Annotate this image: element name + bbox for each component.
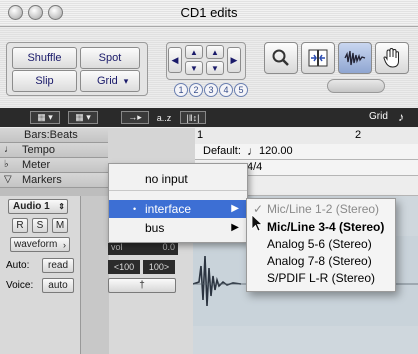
track-name-text: Audio 1 — [13, 201, 50, 212]
trimmer-tool-button[interactable] — [301, 42, 335, 74]
menu-item-mic-line-3-4[interactable]: Mic/Line 3-4 (Stereo) — [247, 219, 395, 236]
automation-label: Auto: — [6, 260, 30, 271]
submenu-arrow-icon: ▶ — [231, 203, 239, 214]
zoom-in-midi-button[interactable]: ▲ — [206, 45, 224, 59]
input-popup-menu: no input • interface ▶ bus ▶ — [108, 163, 248, 243]
menu-item-mic-line-1-2[interactable]: ✓ Mic/Line 1-2 (Stereo) — [247, 201, 395, 218]
tempo-ruler[interactable]: Default: ♩ 120.00 — [195, 144, 418, 160]
meter-label-text: Meter — [22, 159, 51, 171]
grid-mode-button[interactable]: Grid ▾ — [80, 70, 140, 92]
markers-ruler-label[interactable]: ▽ Markers — [0, 173, 108, 188]
zoom-preset-5[interactable]: 5 — [234, 83, 248, 97]
menu-item-interface-label: interface — [145, 202, 192, 216]
zoom-out-horizontal-button[interactable]: ◀ — [168, 47, 182, 73]
menu-item-analog-7-8[interactable]: Analog 7-8 (Stereo) — [247, 253, 395, 270]
volume-value: 0.0 — [162, 242, 175, 252]
zoom-out-midi-button[interactable]: ▼ — [206, 61, 224, 75]
menu-item-bus[interactable]: bus ▶ — [109, 219, 247, 237]
markers-icon: ▽ — [4, 174, 12, 185]
session-window: CD1 edits Shuffle Spot Slip Grid ▾ ◀ ▲ ▼… — [0, 0, 418, 354]
sort-label[interactable]: a..z — [151, 111, 177, 124]
slip-mode-button[interactable]: Slip — [12, 70, 77, 92]
waveform-selector-icon — [344, 50, 366, 66]
zoom-in-audio-button[interactable]: ▲ — [185, 45, 203, 59]
smart-tool-bar[interactable] — [327, 79, 385, 93]
solo-button[interactable]: S — [32, 218, 48, 233]
menu-item-bus-label: bus — [145, 221, 165, 235]
hand-icon — [383, 47, 399, 68]
automation-mode-button[interactable]: read — [42, 258, 74, 273]
track-color-strip — [80, 196, 109, 354]
chevron-down-icon: ▾ — [123, 75, 129, 86]
tempo-ruler-label[interactable]: ♩ Tempo — [0, 143, 108, 158]
output-window-button[interactable]: † — [108, 278, 176, 293]
pan-right-readout[interactable]: 100> — [143, 260, 175, 274]
track-view-selector[interactable]: waveform › — [10, 237, 70, 252]
record-enable-button[interactable]: R — [12, 218, 28, 233]
ruler-divider — [0, 188, 108, 196]
voice-label: Voice: — [6, 280, 34, 291]
tempo-label-text: Tempo — [22, 144, 56, 156]
selector-tool-button[interactable] — [338, 42, 372, 74]
zoom-preset-2[interactable]: 2 — [189, 83, 203, 97]
tempo-icon: ♩ — [4, 144, 14, 155]
trim-icon — [308, 49, 328, 67]
title-bar: CD1 edits — [0, 0, 418, 27]
bars-beats-ruler-label[interactable]: Bars:Beats — [0, 128, 108, 143]
shuffle-mode-button[interactable]: Shuffle — [12, 47, 77, 69]
zoom-in-horizontal-button[interactable]: ▶ — [227, 47, 241, 73]
volume-readout: vol 0.0 — [108, 241, 178, 255]
meter-ruler-label[interactable]: ♭ Meter — [0, 158, 108, 173]
track-name-field[interactable]: Audio 1 ⇕ — [8, 199, 68, 214]
quarter-note-icon: ♩ — [247, 144, 259, 158]
voice-selector-button[interactable]: auto — [42, 278, 74, 293]
zoom-out-audio-button[interactable]: ▼ — [185, 61, 203, 75]
grabber-tool-button[interactable] — [375, 42, 409, 74]
zoomer-tool-button[interactable] — [264, 42, 298, 74]
window-title: CD1 edits — [180, 5, 238, 20]
edit-toolbar: Shuffle Spot Slip Grid ▾ ◀ ▲ ▼ ▲ ▼ ▶ 1 2… — [0, 27, 418, 107]
bars-beats-ruler[interactable]: 1 2 — [195, 128, 418, 145]
tab-to-transient-button[interactable]: |‖↕| — [180, 111, 206, 124]
note-icon: ♪ — [398, 110, 404, 124]
menu-item-interface[interactable]: • interface ▶ — [109, 200, 247, 218]
interface-submenu: ✓ Mic/Line 1-2 (Stereo) Mic/Line 3-4 (St… — [246, 198, 396, 292]
grid-mode-label: Grid — [97, 75, 118, 87]
meter-default-value: 4/4 — [247, 161, 263, 173]
meter-icon: ♭ — [4, 159, 9, 170]
edit-window-header-bar: ▦ ▾ ▦ ▾ →▸ a..z |‖↕| Grid ♪ — [0, 108, 418, 127]
markers-label-text: Markers — [22, 174, 62, 186]
mute-button[interactable]: M — [52, 218, 68, 233]
ruler-start-marker: 1 — [197, 129, 204, 141]
track-list-view-menu[interactable]: ▦ ▾ — [30, 111, 60, 124]
spot-mode-button[interactable]: Spot — [80, 47, 140, 69]
magnifier-icon — [272, 49, 289, 66]
menu-item-analog-5-6[interactable]: Analog 5-6 (Stereo) — [247, 236, 395, 253]
menu-item-no-input[interactable]: no input — [109, 170, 247, 188]
tempo-default-label: Default: — [203, 145, 241, 157]
link-timeline-button[interactable]: →▸ — [121, 111, 149, 124]
menu-item-spdif-l-r[interactable]: S/PDIF L-R (Stereo) — [247, 270, 395, 287]
grid-value-label: Grid — [369, 111, 388, 122]
track-view-text: waveform — [14, 239, 58, 250]
tempo-default-value: 120.00 — [259, 145, 293, 157]
pan-left-readout[interactable]: <100 — [108, 260, 140, 274]
chevron-updown-icon: ⇕ — [58, 202, 65, 211]
zoom-preset-4[interactable]: 4 — [219, 83, 233, 97]
bullet-icon: • — [133, 204, 137, 214]
zoom-preset-1[interactable]: 1 — [174, 83, 188, 97]
menu-item-mic-line-1-2-label: Mic/Line 1-2 (Stereo) — [267, 202, 380, 216]
menu-separator — [109, 190, 247, 191]
mouse-pointer-icon — [251, 214, 264, 232]
volume-label: vol — [111, 242, 123, 252]
chevron-right-icon: › — [63, 239, 66, 250]
ruler-bar-2: 2 — [355, 129, 362, 141]
zoom-preset-3[interactable]: 3 — [204, 83, 218, 97]
region-list-view-menu[interactable]: ▦ ▾ — [68, 111, 98, 124]
submenu-arrow-icon: ▶ — [231, 222, 239, 233]
